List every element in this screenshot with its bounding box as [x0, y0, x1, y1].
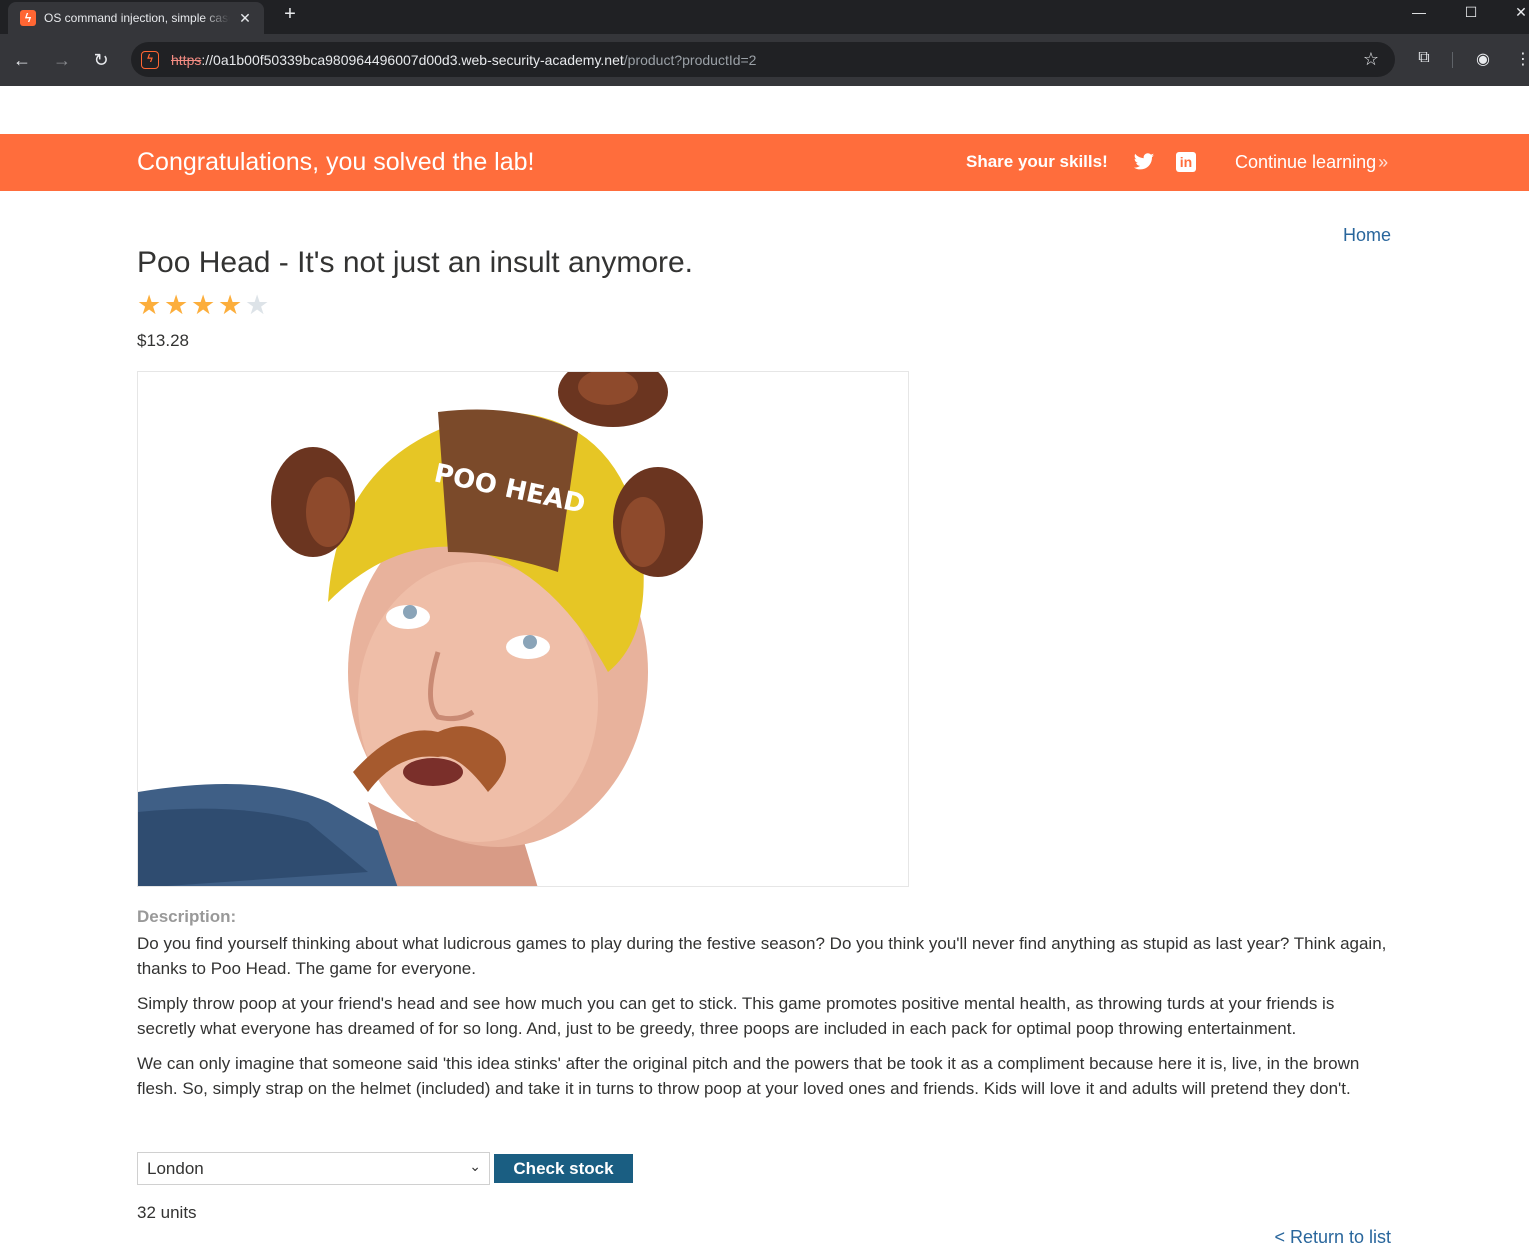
- store-select-value: London: [147, 1159, 204, 1178]
- continue-learning-label: Continue learning: [1235, 152, 1377, 172]
- tab-search-icon[interactable]: ⧉: [1413, 49, 1435, 67]
- new-tab-icon[interactable]: +: [280, 3, 300, 26]
- tab-close-icon[interactable]: ✕: [236, 10, 254, 27]
- description-paragraph: Simply throw poop at your friend's head …: [137, 994, 1335, 1038]
- burp-lightning-icon: ϟ: [20, 10, 36, 26]
- twitter-icon[interactable]: [1133, 151, 1155, 173]
- url-scheme: https: [171, 52, 202, 68]
- check-stock-button[interactable]: Check stock: [494, 1154, 633, 1183]
- home-link[interactable]: Home: [1343, 225, 1391, 246]
- minimize-icon[interactable]: —: [1407, 4, 1431, 20]
- product-image: POO HEAD: [137, 371, 909, 887]
- product-price: $13.28: [137, 331, 189, 350]
- product-title: Poo Head - It's not just an insult anymo…: [137, 246, 694, 279]
- profile-icon[interactable]: ◉: [1472, 49, 1494, 69]
- share-skills-label: Share your skills!: [966, 152, 1108, 171]
- window-close-icon[interactable]: ✕: [1509, 4, 1529, 21]
- description-label: Description:: [137, 907, 237, 926]
- stock-result: 32 units: [137, 1203, 197, 1222]
- star-empty-icon: ★: [245, 290, 270, 320]
- star-filled-icon: ★: [164, 290, 189, 320]
- poo-head-illustration: POO HEAD: [138, 372, 703, 886]
- continue-learning-link[interactable]: Continue learning»: [1235, 152, 1388, 173]
- browser-tabstrip: ϟ OS command injection, simple case ✕ + …: [0, 0, 1529, 34]
- site-info-icon[interactable]: ϟ: [141, 51, 159, 69]
- bookmark-star-icon[interactable]: ☆: [1363, 49, 1379, 70]
- banner-title: Congratulations, you solved the lab!: [137, 148, 535, 176]
- url-path: /product?productId=2: [623, 52, 757, 68]
- back-arrow-icon[interactable]: ←: [10, 48, 34, 72]
- description-paragraph: Do you find yourself thinking about what…: [137, 934, 1387, 978]
- lab-solved-banner: Congratulations, you solved the lab! Sha…: [0, 134, 1529, 191]
- browser-toolbar: ← → ↻ ϟ https://0a1b00f50339bca980964496…: [0, 34, 1529, 86]
- description-paragraph: We can only imagine that someone said 't…: [137, 1054, 1360, 1098]
- star-filled-icon: ★: [137, 290, 162, 320]
- star-filled-icon: ★: [191, 290, 216, 320]
- store-select[interactable]: London ⌄: [137, 1152, 490, 1185]
- browser-tab[interactable]: ϟ OS command injection, simple case ✕: [8, 2, 264, 34]
- forward-arrow-icon[interactable]: →: [50, 48, 74, 72]
- tab-title: OS command injection, simple case: [44, 11, 230, 25]
- maximize-icon[interactable]: ☐: [1459, 4, 1483, 21]
- address-bar[interactable]: ϟ https://0a1b00f50339bca980964496007d00…: [131, 42, 1395, 77]
- star-filled-icon: ★: [218, 290, 243, 320]
- reload-icon[interactable]: ↻: [89, 48, 113, 72]
- return-to-list-link[interactable]: < Return to list: [1274, 1227, 1391, 1248]
- linkedin-icon[interactable]: in: [1176, 152, 1196, 172]
- toolbar-divider: [1452, 52, 1453, 68]
- chevron-right-icon: »: [1378, 152, 1389, 172]
- star-rating: ★ ★ ★ ★ ★: [137, 290, 271, 320]
- chevron-down-icon: ⌄: [469, 1158, 481, 1174]
- url-text[interactable]: https://0a1b00f50339bca980964496007d00d3…: [171, 52, 756, 68]
- url-host: ://0a1b00f50339bca980964496007d00d3.web-…: [201, 52, 624, 68]
- menu-kebab-icon[interactable]: ⋮: [1512, 49, 1529, 69]
